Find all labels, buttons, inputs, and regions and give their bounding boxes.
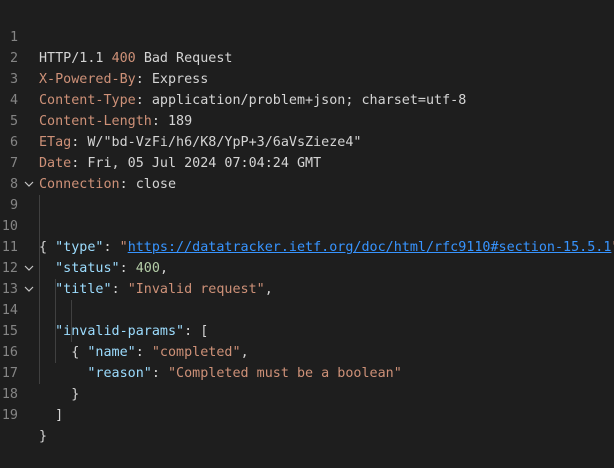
close-bracket: ] (39, 408, 64, 423)
code-line: 15 "name": "completed", (0, 300, 614, 360)
code-line: 2 X-Powered-By: Express (0, 27, 614, 87)
code-line: 13 "invalid-params": [ (0, 258, 614, 339)
code-line: 17 } (0, 342, 614, 402)
code-line: 11 "status": 400, (0, 216, 614, 276)
code-line: 3 Content-Type: application/problem+json… (0, 48, 614, 108)
close-brace: } (39, 429, 48, 444)
code-line: 14 { (0, 279, 614, 360)
code-line: 5 ETag: W/"bd-VzFi/h6/K8/YpP+3/6aVsZieze… (0, 90, 614, 150)
code-line: 8 (0, 153, 614, 192)
code-line: 7 Connection: close (0, 132, 614, 192)
code-line: 18 ] (0, 363, 614, 423)
code-line: 16 "reason": "Completed must be a boolea… (0, 321, 614, 381)
chevron-down-icon[interactable] (23, 258, 35, 279)
chevron-down-icon[interactable] (23, 279, 35, 300)
code-line: 1 HTTP/1.1 400 Bad Request (0, 6, 614, 66)
code-line: 6 Date: Fri, 05 Jul 2024 07:04:24 GMT (0, 111, 614, 171)
chevron-down-icon[interactable] (23, 174, 35, 195)
code-line: 4 Content-Length: 189 (0, 69, 614, 129)
code-line: 9 { (0, 174, 614, 255)
code-line: 12 "title": "Invalid request", (0, 237, 614, 297)
code-editor[interactable]: 1 HTTP/1.1 400 Bad Request 2 X-Powered-B… (0, 0, 614, 444)
line-number: 19 (1, 408, 18, 423)
code-line: 10 "type": "https://datatracker.ietf.org… (0, 195, 614, 255)
code-line: 19 } (0, 384, 614, 444)
